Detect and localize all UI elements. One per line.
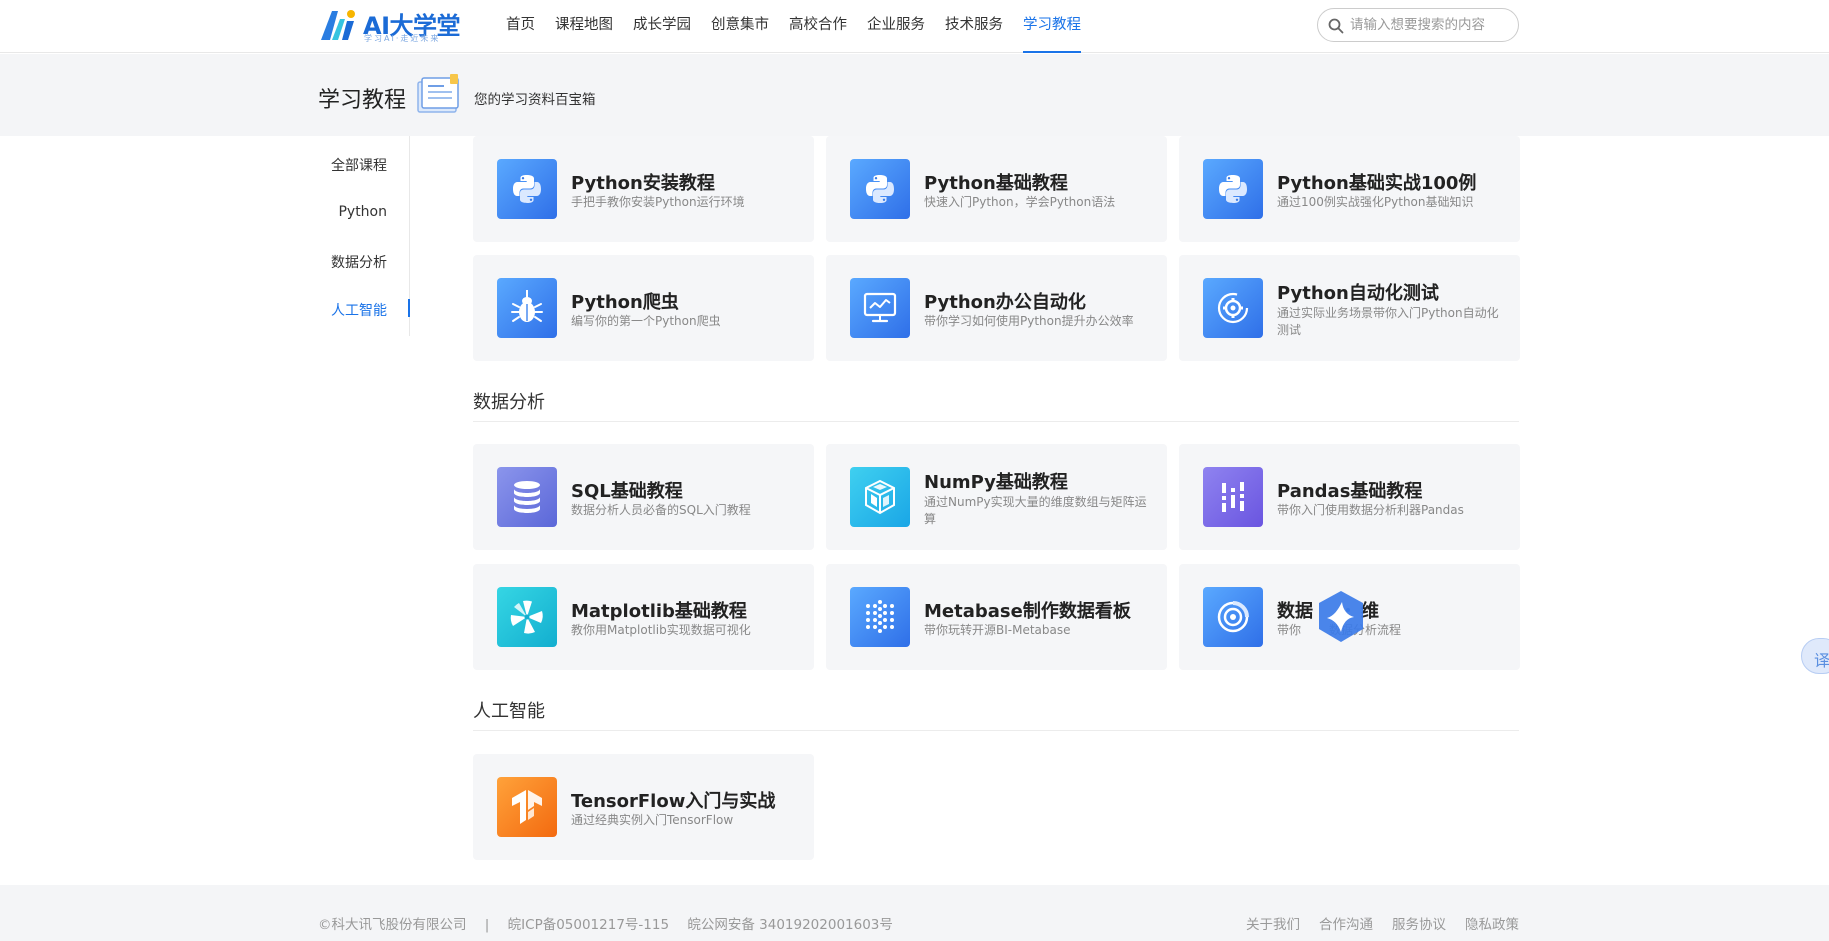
card-title: TensorFlow入门与实战 [571, 791, 776, 812]
card-sql[interactable]: SQL基础教程 数据分析人员必备的SQL入门教程 [473, 444, 814, 550]
analysis-target-icon [1203, 587, 1263, 647]
card-python-spider[interactable]: Python爬虫 编写你的第一个Python爬虫 [473, 255, 814, 361]
card-desc: 数据分析人员必备的SQL入门教程 [571, 503, 751, 517]
footer-links: 关于我们 合作沟通 服务协议 隐私政策 [1227, 913, 1519, 933]
search-input[interactable] [1350, 15, 1514, 35]
card-title: Python爬虫 [571, 292, 679, 313]
pandas-icon [1203, 467, 1263, 527]
footer-link-terms[interactable]: 服务协议 [1392, 913, 1446, 933]
search-icon[interactable] [1328, 18, 1344, 34]
card-desc: 通过经典实例入门TensorFlow [571, 813, 734, 827]
python-icon [1203, 159, 1263, 219]
main-nav: 首页 课程地图 成长学园 创意集市 高校合作 企业服务 技术服务 学习教程 [506, 0, 1101, 53]
numpy-cube-icon [850, 467, 910, 527]
category-sidebar: 全部课程 Python 数据分析 人工智能 [318, 136, 410, 336]
card-metabase[interactable]: Metabase制作数据看板 带你玩转开源BI-Metabase [826, 564, 1167, 670]
card-desc: 手把手教你安装Python运行环境 [571, 195, 745, 209]
card-numpy[interactable]: NumPy基础教程 通过NumPy实现大量的维度数组与矩阵运算 [826, 444, 1167, 550]
footer-separator: | [484, 917, 490, 933]
footer-link-privacy[interactable]: 隐私政策 [1465, 913, 1519, 933]
assistant-bird-icon[interactable] [1312, 588, 1370, 646]
spider-icon [497, 278, 557, 338]
card-python-office[interactable]: Python办公自动化 带你学习如何使用Python提升办公效率 [826, 255, 1167, 361]
nav-growth[interactable]: 成长学园 [633, 0, 691, 53]
notebook-icon [417, 74, 459, 113]
card-title: Python基础实战100例 [1277, 173, 1477, 194]
sidebar-active-indicator [408, 299, 410, 317]
card-desc: 带你 数据分析流程 [1277, 623, 1402, 637]
card-python-100[interactable]: Python基础实战100例 通过100例实战强化Python基础知识 [1179, 136, 1520, 242]
card-desc: 带你入门使用数据分析利器Pandas [1277, 503, 1464, 517]
card-title: Pandas基础教程 [1277, 481, 1423, 502]
nav-enterprise[interactable]: 企业服务 [867, 0, 925, 53]
nav-course-map[interactable]: 课程地图 [555, 0, 613, 53]
python-icon [497, 159, 557, 219]
footer-icp[interactable]: 皖ICP备05001217号-115 [508, 917, 669, 933]
section-divider [473, 421, 1519, 422]
footer-copyright: ©科大讯飞股份有限公司 [318, 917, 467, 933]
translate-widget[interactable]: 译 [1801, 638, 1829, 674]
search-box [1317, 8, 1519, 42]
card-desc: 编写你的第一个Python爬虫 [571, 314, 721, 328]
python-icon [850, 159, 910, 219]
footer-link-about[interactable]: 关于我们 [1246, 913, 1300, 933]
section-divider [473, 730, 1519, 731]
nav-home[interactable]: 首页 [506, 0, 535, 53]
gear-cycle-icon [1203, 278, 1263, 338]
footer-police-record[interactable]: 皖公网安备 34019202001603号 [687, 917, 893, 933]
logo-subtitle: 学习AI·走近未来 [364, 34, 441, 43]
card-desc: 快速入门Python，学会Python语法 [924, 195, 1116, 209]
sidebar-item-all[interactable]: 全部课程 [331, 155, 387, 175]
card-title: Metabase制作数据看板 [924, 601, 1131, 622]
matplotlib-icon [497, 587, 557, 647]
metabase-dots-icon [850, 587, 910, 647]
nav-university[interactable]: 高校合作 [789, 0, 847, 53]
card-python-testing[interactable]: Python自动化测试 通过实际业务场景带你入门Python自动化测试 [1179, 255, 1520, 361]
page-subtitle: 您的学习资料百宝箱 [474, 92, 596, 108]
site-logo[interactable]: AI大学堂 学习AI·走近未来 [318, 5, 468, 45]
page-title: 学习教程 [318, 88, 407, 113]
card-desc: 教你用Matplotlib实现数据可视化 [571, 623, 751, 637]
card-title: Python基础教程 [924, 173, 1068, 194]
section-title-data-analysis: 数据分析 [473, 392, 545, 413]
page-banner: 学习教程 您的学习资料百宝箱 [0, 54, 1829, 136]
sidebar-item-python[interactable]: Python [338, 204, 387, 220]
card-title: Python自动化测试 [1277, 283, 1439, 304]
card-title: SQL基础教程 [571, 481, 683, 502]
card-tensorflow[interactable]: TensorFlow入门与实战 通过经典实例入门TensorFlow [473, 754, 814, 860]
card-desc: 带你学习如何使用Python提升办公效率 [924, 314, 1134, 328]
card-title: Python安装教程 [571, 173, 715, 194]
translate-label: 译 [1814, 651, 1829, 670]
card-desc: 通过实际业务场景带你入门Python自动化测试 [1277, 306, 1499, 337]
monitor-chart-icon [850, 278, 910, 338]
card-desc: 带你玩转开源BI-Metabase [924, 623, 1071, 637]
card-title: NumPy基础教程 [924, 472, 1068, 493]
logo-mark-icon [321, 10, 355, 40]
card-python-install[interactable]: Python安装教程 手把手教你安装Python运行环境 [473, 136, 814, 242]
sidebar-item-ai[interactable]: 人工智能 [331, 300, 387, 320]
page-footer: ©科大讯飞股份有限公司 | 皖ICP备05001217号-115 皖公网安备 3… [0, 885, 1829, 941]
nav-tutorials[interactable]: 学习教程 [1023, 0, 1081, 53]
card-desc: 通过NumPy实现大量的维度数组与矩阵运算 [924, 495, 1147, 526]
database-icon [497, 467, 557, 527]
footer-legal: ©科大讯飞股份有限公司 | 皖ICP备05001217号-115 皖公网安备 3… [318, 913, 907, 933]
footer-link-contact[interactable]: 合作沟通 [1319, 913, 1373, 933]
card-title: Python办公自动化 [924, 292, 1086, 313]
card-title: Matplotlib基础教程 [571, 601, 747, 622]
card-python-basics[interactable]: Python基础教程 快速入门Python，学会Python语法 [826, 136, 1167, 242]
card-desc: 通过100例实战强化Python基础知识 [1277, 195, 1474, 209]
nav-creative-market[interactable]: 创意集市 [711, 0, 769, 53]
tensorflow-icon [497, 777, 557, 837]
nav-tech-service[interactable]: 技术服务 [945, 0, 1003, 53]
card-matplotlib[interactable]: Matplotlib基础教程 教你用Matplotlib实现数据可视化 [473, 564, 814, 670]
card-pandas[interactable]: Pandas基础教程 带你入门使用数据分析利器Pandas [1179, 444, 1520, 550]
top-header: AI大学堂 学习AI·走近未来 首页 课程地图 成长学园 创意集市 高校合作 企… [0, 0, 1829, 53]
sidebar-item-data-analysis[interactable]: 数据分析 [331, 252, 387, 272]
section-title-ai: 人工智能 [473, 701, 545, 722]
